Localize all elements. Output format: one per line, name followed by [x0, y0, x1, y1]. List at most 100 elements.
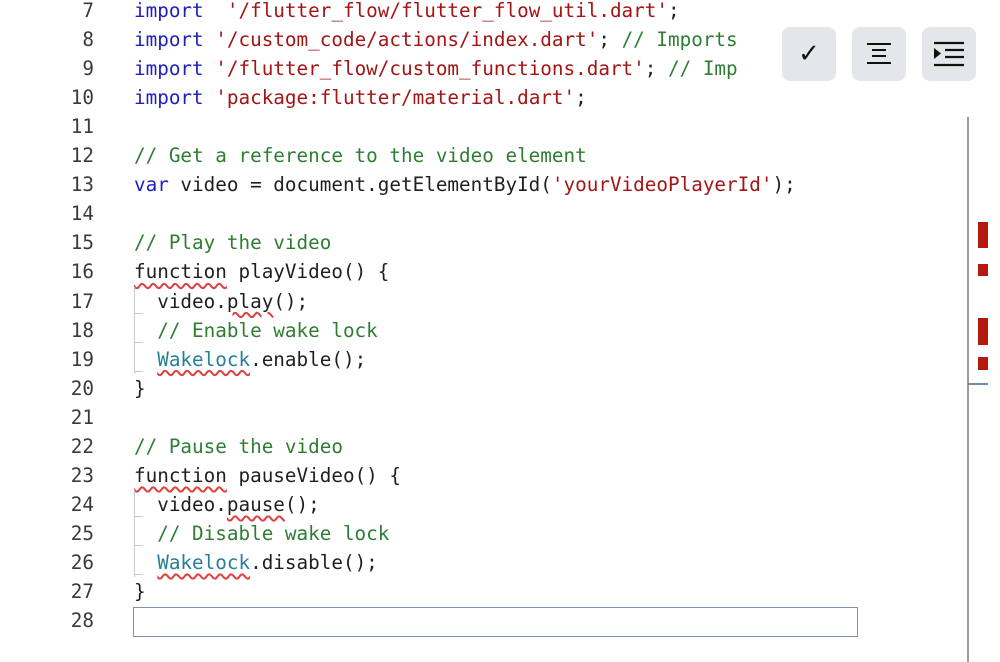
code-line[interactable]: 25 // Disable wake lock [0, 519, 742, 548]
line-number: 11 [70, 115, 94, 139]
indent-button[interactable] [922, 27, 976, 81]
code-line[interactable]: 7 import '/flutter_flow/flutter_flow_util… [0, 0, 742, 25]
line-number: 16 [70, 260, 94, 284]
line-number: 8 [82, 28, 94, 52]
line-code: video.play(); [134, 287, 308, 316]
code-line[interactable]: 26 Wakelock.disable(); [0, 548, 742, 577]
line-number: 9 [82, 57, 94, 81]
line-number: 17 [70, 289, 94, 313]
line-number: 28 [70, 609, 94, 633]
error-token: function [134, 463, 227, 487]
line-number: 26 [70, 550, 94, 574]
line-number: 20 [70, 376, 94, 400]
line-code: Wakelock.enable(); [134, 345, 366, 374]
check-button[interactable]: ✓ [782, 27, 836, 81]
code-line[interactable]: 11 [0, 112, 742, 141]
code-line[interactable]: 12 // Get a reference to the video elemen… [0, 141, 742, 170]
code-token: video = document.getElementById( [168, 173, 552, 197]
error-marker[interactable] [978, 357, 988, 370]
error-marker[interactable] [978, 264, 988, 276]
code-line[interactable]: 23 function pauseVideo() { [0, 461, 742, 490]
code-token: 'package:flutter/material.dart' [215, 86, 576, 110]
code-token: var [134, 173, 169, 197]
code-editor[interactable]: 7 import '/flutter_flow/flutter_flow_util… [0, 0, 960, 662]
error-token: play [226, 289, 274, 313]
line-number: 25 [70, 521, 94, 545]
code-token: import [134, 0, 204, 22]
format-center-button[interactable] [852, 27, 906, 81]
code-token: '/custom_code/actions/index.dart' [215, 28, 599, 52]
code-line[interactable]: 9 import '/flutter_flow/custom_functions.… [0, 54, 742, 83]
code-line[interactable]: 16 function playVideo() { [0, 257, 742, 286]
line-number: 22 [70, 434, 94, 458]
error-token: function [134, 260, 227, 284]
code-token: .disable(); [250, 550, 378, 574]
code-token: import [134, 57, 204, 81]
code-token: ; [598, 28, 622, 52]
code-line[interactable]: 24 video.pause(); [0, 490, 742, 519]
code-line[interactable]: 19 Wakelock.enable(); [0, 345, 742, 374]
line-code: var video = document.getElementById('you… [134, 170, 796, 199]
line-number: 14 [70, 202, 94, 226]
code-token: video. [134, 492, 227, 516]
line-code: // Play the video [134, 228, 331, 257]
code-token: import [134, 86, 204, 110]
code-token: (); [273, 289, 309, 313]
code-token: (); [284, 492, 320, 516]
code-line[interactable]: 18 // Enable wake lock [0, 316, 742, 345]
line-number: 15 [70, 231, 94, 255]
line-number: 27 [70, 580, 94, 603]
code-token: ; [668, 0, 680, 22]
line-code: function pauseVideo() { [134, 461, 401, 490]
line-code: } [134, 577, 146, 606]
code-token: } [134, 580, 146, 603]
line-number: 18 [70, 318, 94, 342]
code-line[interactable]: 20} [0, 374, 742, 403]
code-token: ); [772, 173, 796, 197]
code-token: ; [575, 86, 587, 110]
code-token: '/flutter_flow/flutter_flow_util.dart' [226, 0, 668, 22]
code-token: // Enable wake lock [157, 318, 378, 342]
code-token: // Play the video [134, 231, 332, 255]
line-code: } [134, 374, 146, 403]
code-line[interactable]: 8 import '/custom_code/actions/index.dart… [0, 25, 742, 54]
code-line[interactable]: 22 // Pause the video [0, 432, 742, 461]
line-number: 23 [70, 463, 94, 487]
line-number: 10 [70, 86, 94, 110]
cursor-position-marker [968, 383, 988, 385]
code-token: // Get a reference to the video element [134, 144, 587, 168]
line-number: 19 [70, 347, 94, 371]
error-marker[interactable] [978, 318, 988, 345]
code-token: ; [644, 57, 668, 81]
line-code: // Enable wake lock [134, 316, 378, 345]
code-token: // Imp [668, 57, 738, 81]
line-code: // Get a reference to the video element [134, 141, 587, 170]
code-token: '/flutter_flow/custom_functions.dart' [215, 57, 645, 81]
code-line[interactable]: 21 [0, 403, 742, 432]
line-code: // Disable wake lock [134, 519, 389, 548]
code-line[interactable]: 15 // Play the video [0, 228, 742, 257]
line-code: // Pause the video [134, 432, 343, 461]
align-center-icon [867, 43, 891, 64]
code-line[interactable]: 13 var video = document.getElementById('y… [0, 170, 796, 199]
code-token: .enable(); [250, 347, 367, 371]
indent-icon [934, 41, 964, 67]
code-line[interactable]: 10 import 'package:flutter/material.dart'… [0, 83, 742, 112]
code-line[interactable]: 17 video.play(); [0, 287, 742, 316]
check-icon: ✓ [798, 39, 820, 69]
code-line[interactable]: 14 [0, 199, 742, 228]
code-line[interactable]: 28 [0, 606, 742, 635]
error-token: Wakelock [157, 550, 251, 574]
line-code: Wakelock.disable(); [134, 548, 378, 577]
code-token: // Imports [621, 28, 738, 52]
code-line[interactable]: 27} [0, 577, 742, 606]
code-token: pauseVideo() { [226, 463, 401, 487]
line-code: video.pause(); [134, 490, 320, 519]
error-marker[interactable] [978, 222, 988, 248]
